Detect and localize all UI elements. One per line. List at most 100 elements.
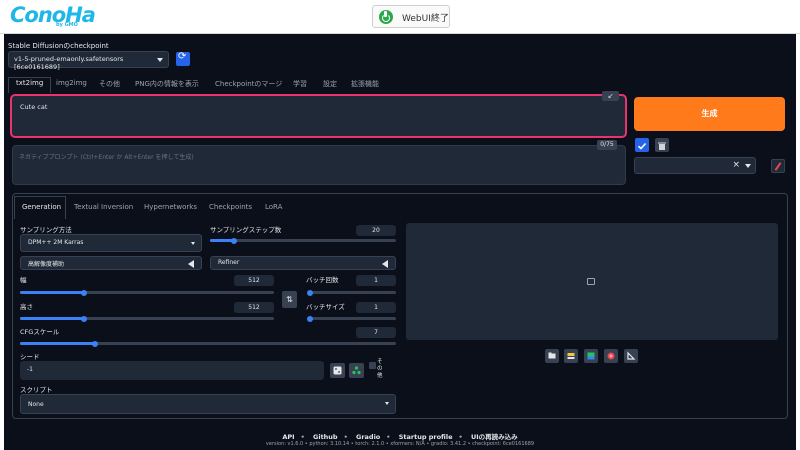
tab-other[interactable]: その他 <box>99 79 120 89</box>
footer-link-api[interactable]: API <box>282 433 294 441</box>
send-to-extras-icon[interactable] <box>624 349 638 363</box>
footer-link-gradio[interactable]: Gradio <box>356 433 380 441</box>
prompt-text: Cute cat <box>20 103 48 111</box>
footer-link-github[interactable]: Github <box>313 433 338 441</box>
seed-label: シード <box>20 353 40 361</box>
version-info: version: v1.6.0 • python: 3.10.14 • torc… <box>265 441 535 447</box>
batch-size-thumb[interactable] <box>307 315 313 322</box>
tab-txt2img[interactable]: txt2img <box>16 79 43 87</box>
batch-count-value[interactable]: 1 <box>356 275 396 286</box>
power-icon <box>379 10 393 24</box>
tab-checkpoint-merge[interactable]: Checkpointのマージ <box>215 79 282 89</box>
batch-size-value[interactable]: 1 <box>356 302 396 313</box>
trash-icon[interactable] <box>655 138 669 152</box>
tab-extensions[interactable]: 拡張機能 <box>351 79 379 89</box>
hires-label: 高解像度補助 <box>28 261 65 268</box>
subtab-hypernetworks[interactable]: Hypernetworks <box>144 203 197 211</box>
checkpoint-select[interactable]: v1-5-pruned-emaonly.safetensors [6ce0161… <box>8 51 169 71</box>
tab-train[interactable]: 学習 <box>293 79 307 89</box>
width-label: 幅 <box>20 276 27 284</box>
steps-slider-thumb[interactable] <box>231 237 238 244</box>
batch-count-label: バッチ回数 <box>306 276 339 284</box>
check-icon[interactable] <box>635 138 649 152</box>
dice-icon[interactable] <box>330 363 345 378</box>
image-placeholder-icon <box>587 278 595 285</box>
subtab-lora[interactable]: LoRA <box>265 203 282 211</box>
sampler-select[interactable]: DPM++ 2M Karras <box>20 234 202 252</box>
hires-fix-accordion[interactable]: 高解像度補助 <box>20 256 202 270</box>
footer-link-startup-profile[interactable]: Startup profile <box>399 433 453 441</box>
subtab-generation[interactable]: Generation <box>22 203 61 211</box>
batch-count-thumb[interactable] <box>307 289 313 296</box>
generate-button[interactable]: 生成 <box>634 97 785 131</box>
script-value: None <box>28 401 44 408</box>
clear-icon[interactable]: × <box>732 160 740 170</box>
top-bar: ConoHa by GMO WebUI終了 <box>0 0 800 34</box>
send-to-inpaint-icon[interactable] <box>604 349 618 363</box>
batch-size-label: バッチサイズ <box>306 303 345 311</box>
conoha-logo: ConoHa <box>10 3 96 27</box>
negative-prompt-textarea[interactable]: ネガティブプロンプト (Ctrl+Enter か Alt+Enter を押して生… <box>12 145 626 185</box>
height-slider-fill <box>20 317 84 320</box>
chevron-down-icon <box>191 242 195 245</box>
output-gallery <box>406 223 778 340</box>
chevron-down-icon <box>385 402 389 405</box>
extra-seed-label: その他 <box>377 359 383 379</box>
cfg-slider[interactable] <box>20 340 396 347</box>
refiner-label: Refiner <box>218 259 240 266</box>
logo-sub: by GMO <box>56 22 78 28</box>
subtab-checkpoints[interactable]: Checkpoints <box>209 203 252 211</box>
sampler-value: DPM++ 2M Karras <box>28 239 84 246</box>
cfg-label: CFGスケール <box>20 328 60 336</box>
brush-icon[interactable] <box>771 159 785 173</box>
tab-png-info[interactable]: PNG内の情報を表示 <box>135 79 199 89</box>
collapse-icon <box>188 260 194 268</box>
width-slider-thumb[interactable] <box>80 289 87 296</box>
token-counter: 0/75 <box>597 140 617 150</box>
sampler-label: サンプリング方法 <box>20 226 72 234</box>
height-slider-thumb[interactable] <box>80 315 87 322</box>
tab-settings[interactable]: 設定 <box>323 79 337 89</box>
chevron-down-icon <box>157 58 163 62</box>
height-slider[interactable] <box>20 315 274 322</box>
cfg-slider-thumb[interactable] <box>92 340 99 347</box>
chevron-down-icon <box>745 164 751 168</box>
refresh-checkpoint-button[interactable] <box>176 51 190 66</box>
prompt-expand-button[interactable]: ↙ <box>602 91 619 101</box>
steps-label: サンプリングステップ数 <box>210 226 282 234</box>
refiner-accordion[interactable]: Refiner <box>210 256 396 270</box>
swap-dimensions-icon[interactable]: ⇅ <box>282 291 297 308</box>
footer-links: API • Github • Gradio • Startup profile • UI… <box>282 433 518 441</box>
send-to-img2img-icon[interactable] <box>584 349 598 363</box>
batch-size-slider[interactable] <box>307 315 396 322</box>
subtab-textual-inversion[interactable]: Textual Inversion <box>74 203 133 211</box>
negative-prompt-placeholder: ネガティブプロンプト (Ctrl+Enter か Alt+Enter を押して生… <box>19 154 194 161</box>
prompt-textarea[interactable]: Cute cat <box>10 94 627 138</box>
height-value[interactable]: 512 <box>234 302 274 313</box>
height-label: 高さ <box>20 303 33 311</box>
webui-end-label: WebUI終了 <box>402 14 449 24</box>
steps-slider[interactable] <box>210 237 396 244</box>
tab-img2img[interactable]: img2img <box>56 79 87 87</box>
script-select[interactable]: None <box>20 394 396 414</box>
width-slider[interactable] <box>20 289 274 296</box>
cfg-slider-fill <box>20 342 96 345</box>
seed-input[interactable]: -1 <box>20 361 324 380</box>
styles-select[interactable]: × <box>634 157 756 174</box>
extra-seed-checkbox[interactable] <box>369 362 376 369</box>
script-label: スクリプト <box>20 386 53 394</box>
save-icon[interactable] <box>564 349 578 363</box>
checkpoint-label: Stable Diffusionのcheckpoint <box>8 42 109 50</box>
width-value[interactable]: 512 <box>234 275 274 286</box>
folder-icon[interactable] <box>545 349 559 363</box>
main-tabs: txt2img img2img その他 PNG内の情報を表示 Checkpoin… <box>8 79 628 92</box>
batch-count-slider[interactable] <box>307 289 396 296</box>
width-slider-fill <box>20 291 84 294</box>
cfg-value[interactable]: 7 <box>356 327 396 338</box>
collapse-icon <box>382 260 388 268</box>
seed-value: -1 <box>27 366 33 373</box>
webui-end-button[interactable]: WebUI終了 <box>372 5 450 28</box>
steps-value[interactable]: 20 <box>356 225 396 236</box>
recycle-icon[interactable] <box>349 363 364 378</box>
footer-link-reload-ui[interactable]: UIの再読み込み <box>471 433 518 441</box>
